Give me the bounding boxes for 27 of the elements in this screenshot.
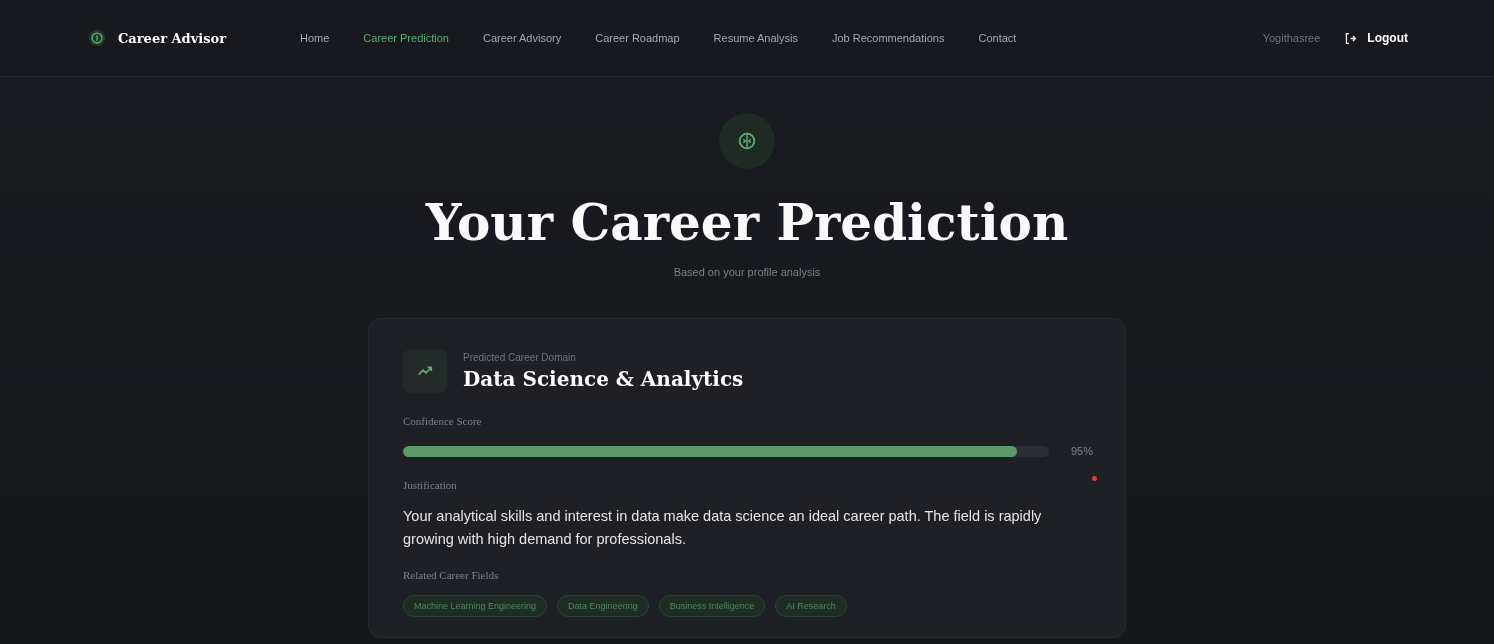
confidence-label: Confidence Score: [403, 415, 483, 427]
nav-link[interactable]: Career Prediction: [363, 32, 449, 44]
page-subtitle: Based on your profile analysis: [673, 266, 821, 278]
brand-name[interactable]: Career Advisor: [118, 30, 227, 46]
domain-name: Data Science & Analytics: [463, 366, 744, 391]
nav-link[interactable]: Resume Analysis: [713, 32, 798, 44]
page-title: Your Career Prediction: [425, 195, 1069, 250]
field-tag: AI Research: [775, 595, 847, 617]
nav-link[interactable]: Career Advisory: [482, 32, 562, 44]
domain-label: Predicted Career Domain: [463, 351, 577, 363]
nav-link[interactable]: Job Recommendations: [831, 32, 945, 44]
field-tag: Machine Learning Engineering: [403, 595, 548, 617]
trend-icon: [403, 349, 447, 393]
nav-link[interactable]: Career Roadmap: [595, 32, 680, 44]
field-tag: Data Engineering: [557, 595, 649, 617]
indicator-dot: [1092, 475, 1097, 481]
nav-link[interactable]: Home: [300, 32, 330, 44]
logout-button[interactable]: Logout: [1344, 31, 1408, 45]
justification-label: Justification: [403, 479, 457, 491]
field-tag: Business Intelligence: [658, 595, 766, 617]
justification-text: Your analytical skills and interest in data make data science an ideal career path. The field is rapidly growing with high demand for professionals.: [403, 507, 1043, 549]
logout-icon: [1344, 31, 1358, 45]
nav-link[interactable]: Contact: [978, 32, 1017, 44]
logo-icon: [88, 29, 106, 47]
user-name: Yogithasree: [1262, 32, 1321, 44]
confidence-value: 95%: [1069, 445, 1093, 457]
related-label: Related Career Fields: [403, 569, 500, 581]
